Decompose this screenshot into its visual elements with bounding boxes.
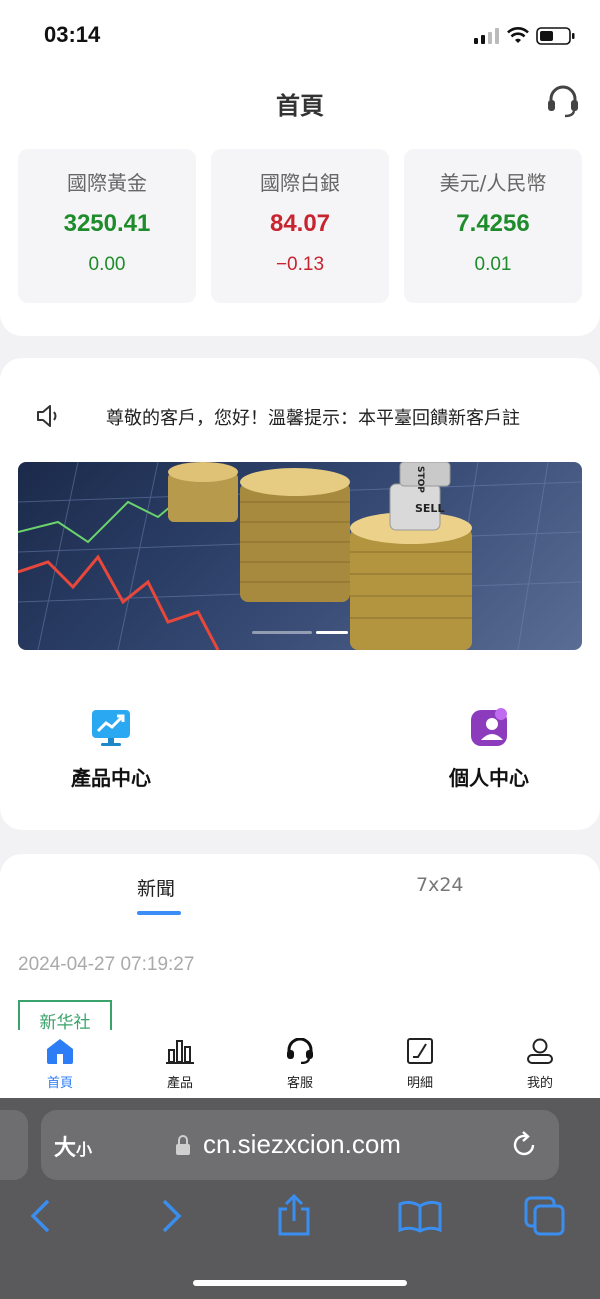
bookmarks-icon[interactable] xyxy=(398,1198,442,1234)
previous-tab-preview[interactable] xyxy=(0,1110,28,1180)
tab-bar-label: 明細 xyxy=(406,1076,433,1091)
quote-name: 美元/人民幣 xyxy=(439,171,547,195)
quote-name: 國際白銀 xyxy=(260,171,340,195)
bar-chart-icon xyxy=(166,1040,194,1064)
page-title: 首頁 xyxy=(276,92,324,120)
quote-change: 0.00 xyxy=(88,254,126,275)
home-icon xyxy=(47,1039,73,1064)
address-bar[interactable]: 大小 cn.siezxcion.com xyxy=(41,1110,559,1180)
shortcut-label: 個人中心 xyxy=(449,766,529,790)
dice-stop-text: STOP xyxy=(415,466,425,493)
tabs-icon[interactable] xyxy=(524,1196,566,1236)
forward-icon[interactable] xyxy=(158,1198,184,1234)
notice-text: 尊敬的客戶，您好！溫馨提示：本平臺回饋新客戶註 xyxy=(106,408,520,429)
status-time: 03:14 xyxy=(44,22,101,47)
share-icon[interactable] xyxy=(276,1194,312,1236)
browser-toolbar: 大小 cn.siezxcion.com xyxy=(0,1098,600,1299)
quote-name: 國際黃金 xyxy=(67,171,147,195)
quote-price: 7.4256 xyxy=(456,210,530,237)
tab-news[interactable]: 新聞 xyxy=(137,874,175,901)
tab-bar-me[interactable]: 我的 xyxy=(480,1038,600,1091)
chart-monitor-icon xyxy=(92,710,130,746)
home-main-card: 尊敬的客戶，您好！溫馨提示：本平臺回饋新客戶註 SELL STOP 產品中心 個… xyxy=(0,358,600,830)
quote-price: 3250.41 xyxy=(63,210,151,237)
promo-banner[interactable]: SELL STOP xyxy=(18,462,582,650)
news-source-tag: 新华社 xyxy=(18,1000,112,1030)
carousel-indicator xyxy=(252,631,348,634)
headset-icon xyxy=(287,1037,313,1065)
shortcut-label: 產品中心 xyxy=(71,766,151,790)
tab-bar-label: 我的 xyxy=(526,1076,553,1091)
tab-bar-label: 產品 xyxy=(166,1076,193,1091)
url-text: cn.siezxcion.com xyxy=(203,1129,401,1159)
tab-bar-support[interactable]: 客服 xyxy=(240,1037,360,1091)
reload-icon[interactable] xyxy=(509,1130,539,1160)
tab-7x24[interactable]: 7x24 xyxy=(416,874,464,896)
quote-change: −0.13 xyxy=(275,254,325,275)
shortcut-product-center[interactable]: 產品中心 xyxy=(46,708,176,791)
tab-bar-home[interactable]: 首頁 xyxy=(0,1038,120,1091)
cellular-signal-icon xyxy=(474,28,499,44)
notice-marquee[interactable]: 尊敬的客戶，您好！溫馨提示：本平臺回饋新客戶註 xyxy=(36,402,566,432)
active-tab-indicator xyxy=(137,911,181,915)
quote-card-silver[interactable]: 國際白銀 84.07 −0.13 xyxy=(211,149,389,303)
home-indicator xyxy=(193,1280,407,1286)
quote-price: 84.07 xyxy=(269,210,331,237)
shortcut-personal-center[interactable]: 個人中心 xyxy=(424,708,554,791)
app-header: 首頁 xyxy=(0,70,600,134)
details-icon xyxy=(407,1038,433,1064)
quote-card-usdcny[interactable]: 美元/人民幣 7.4256 0.01 xyxy=(404,149,582,303)
bottom-tab-bar: 首頁 產品 客服 明細 我的 xyxy=(0,1030,600,1098)
text-size-button[interactable]: 大小 xyxy=(54,1130,92,1162)
tab-bar-label: 客服 xyxy=(286,1076,313,1091)
back-icon[interactable] xyxy=(28,1198,54,1234)
lock-icon xyxy=(176,1135,190,1155)
battery-icon xyxy=(536,27,575,45)
user-profile-icon xyxy=(471,708,507,746)
quote-change: 0.01 xyxy=(474,254,512,275)
tab-bar-products[interactable]: 產品 xyxy=(120,1038,240,1091)
market-quotes: 國際黃金 3250.41 0.00 國際白銀 84.07 −0.13 美元/人民… xyxy=(0,134,600,336)
text-size-large: 大 xyxy=(54,1136,77,1161)
news-date: 2024-04-27 07:19:27 xyxy=(18,954,195,975)
quote-card-gold[interactable]: 國際黃金 3250.41 0.00 xyxy=(18,149,196,303)
headset-icon[interactable] xyxy=(547,84,579,118)
banner-image: SELL STOP xyxy=(18,462,582,650)
tab-bar-label: 首頁 xyxy=(46,1076,73,1091)
tab-bar-details[interactable]: 明細 xyxy=(360,1038,480,1091)
wifi-icon xyxy=(507,27,529,43)
user-icon xyxy=(527,1038,553,1064)
speaker-icon xyxy=(37,405,57,427)
text-size-small: 小 xyxy=(76,1140,93,1159)
status-bar: 03:14 xyxy=(0,0,600,70)
dice-sell-text: SELL xyxy=(415,502,444,515)
